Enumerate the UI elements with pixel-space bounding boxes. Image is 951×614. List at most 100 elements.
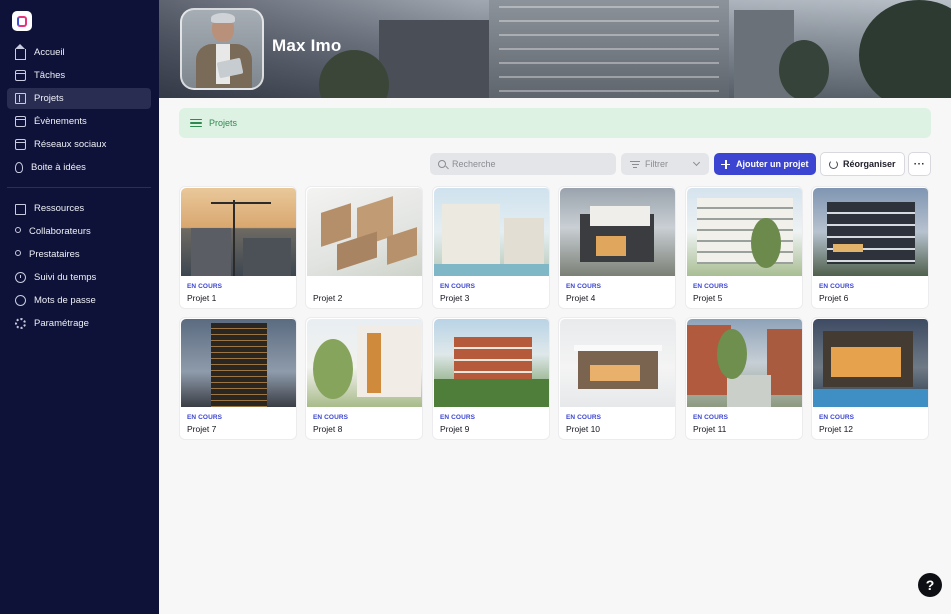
banner-building (379, 20, 489, 98)
more-icon: ··· (913, 158, 926, 170)
sidebar-item-suivi-du-temps[interactable]: Suivi du temps (7, 267, 151, 288)
project-card[interactable]: EN COURS Projet 3 (432, 186, 550, 309)
reorganize-button[interactable]: Réorganiser (820, 152, 905, 176)
project-card[interactable]: EN COURS Projet 10 (558, 317, 676, 440)
status-badge: EN COURS (440, 414, 476, 421)
reorganize-label: Réorganiser (843, 159, 896, 169)
status-badge: EN COURS (440, 283, 476, 290)
sidebar: Accueil Tâches Projets Évènements Réseau… (0, 0, 159, 614)
status-badge: EN COURS (819, 414, 855, 421)
status-badge: EN COURS (693, 283, 729, 290)
project-card[interactable]: EN COURS Projet 1 (179, 186, 297, 309)
project-image (687, 319, 802, 407)
sidebar-item-evenements[interactable]: Évènements (7, 111, 151, 132)
sidebar-item-prestataires[interactable]: Prestataires (7, 244, 151, 265)
project-name: Projet 11 (693, 424, 727, 434)
filter-label: Filtrer (645, 159, 668, 169)
project-image (181, 188, 296, 276)
more-options-button[interactable]: ··· (908, 152, 931, 176)
search-input[interactable] (452, 159, 612, 169)
sidebar-divider (7, 187, 151, 188)
sidebar-item-label: Collaborateurs (29, 226, 91, 237)
project-card[interactable]: EN COURS Projet 6 (811, 186, 929, 309)
calendar-icon (15, 116, 26, 127)
project-card[interactable]: Projet 2 (305, 186, 423, 309)
status-badge: EN COURS (187, 414, 223, 421)
menu-icon[interactable] (190, 118, 202, 128)
project-name: Projet 10 (566, 424, 601, 434)
sidebar-item-label: Prestataires (29, 249, 80, 260)
app-logo[interactable] (12, 11, 32, 31)
project-name: Projet 6 (819, 293, 849, 303)
users-icon (15, 227, 21, 233)
project-image (434, 188, 549, 276)
gear-icon (15, 318, 26, 329)
logo-icon (17, 15, 27, 27)
banner-building-floors (499, 6, 719, 96)
project-image (813, 188, 928, 276)
sidebar-item-label: Boite à idées (31, 162, 86, 173)
lightbulb-icon (15, 162, 23, 173)
sidebar-item-accueil[interactable]: Accueil (7, 42, 151, 63)
project-image (813, 319, 928, 407)
folder-icon (15, 203, 26, 215)
sidebar-nav: Accueil Tâches Projets Évènements Réseau… (7, 42, 151, 336)
filter-icon (630, 160, 640, 168)
sidebar-item-collaborateurs[interactable]: Collaborateurs (7, 221, 151, 242)
breadcrumb: Projets (179, 108, 931, 138)
banner-tree (779, 40, 829, 98)
sidebar-item-label: Suivi du temps (34, 272, 97, 283)
sidebar-item-label: Mots de passe (34, 295, 96, 306)
project-card[interactable]: EN COURS Projet 9 (432, 317, 550, 440)
app-root: Accueil Tâches Projets Évènements Réseau… (0, 0, 951, 614)
home-icon (15, 43, 26, 60)
project-name: Projet 4 (566, 293, 596, 303)
status-badge: EN COURS (566, 283, 602, 290)
sidebar-item-label: Réseaux sociaux (34, 139, 107, 150)
project-card[interactable]: EN COURS Projet 8 (305, 317, 423, 440)
users-icon (15, 250, 21, 256)
breadcrumb-label[interactable]: Projets (209, 118, 237, 128)
sidebar-item-taches[interactable]: Tâches (7, 65, 151, 86)
sidebar-item-reseaux-sociaux[interactable]: Réseaux sociaux (7, 134, 151, 155)
sidebar-item-mots-de-passe[interactable]: Mots de passe (7, 290, 151, 311)
project-name: Projet 5 (693, 293, 723, 303)
help-icon: ? (925, 577, 935, 593)
status-badge: EN COURS (819, 283, 855, 290)
add-project-label: Ajouter un projet (736, 159, 809, 169)
project-name: Projet 3 (440, 293, 470, 303)
sidebar-item-boite-a-idees[interactable]: Boite à idées (7, 157, 151, 178)
building-icon (15, 93, 26, 104)
project-image (560, 188, 675, 276)
filter-select[interactable]: Filtrer (621, 153, 709, 175)
calendar-icon (15, 70, 26, 81)
help-button[interactable]: ? (918, 573, 942, 597)
project-image (687, 188, 802, 276)
clock-icon (15, 272, 26, 283)
search-box[interactable] (430, 153, 616, 175)
owner-name: Max Imo (272, 36, 342, 55)
project-card[interactable]: EN COURS Projet 12 (811, 317, 929, 440)
project-card[interactable]: EN COURS Projet 11 (685, 317, 803, 440)
sidebar-item-label: Paramétrage (34, 318, 89, 329)
status-badge: EN COURS (693, 414, 729, 421)
project-name: Projet 8 (313, 424, 343, 434)
sidebar-item-projets[interactable]: Projets (7, 88, 151, 109)
project-name: Projet 12 (819, 424, 854, 434)
project-card[interactable]: EN COURS Projet 7 (179, 317, 297, 440)
project-name: Projet 2 (313, 293, 343, 303)
sidebar-item-ressources[interactable]: Ressources (7, 198, 151, 219)
banner-tree (859, 0, 951, 98)
sidebar-item-label: Tâches (34, 70, 66, 81)
calendar-icon (15, 139, 26, 150)
check-circle-icon (15, 295, 26, 306)
project-image (181, 319, 296, 407)
project-card[interactable]: EN COURS Projet 4 (558, 186, 676, 309)
add-project-button[interactable]: Ajouter un projet (714, 153, 816, 175)
sidebar-item-label: Projets (34, 93, 64, 104)
sidebar-item-parametrage[interactable]: Paramétrage (7, 313, 151, 334)
project-name: Projet 7 (187, 424, 217, 434)
project-name: Projet 9 (440, 424, 470, 434)
project-card[interactable]: EN COURS Projet 5 (685, 186, 803, 309)
sidebar-item-label: Ressources (34, 203, 85, 214)
